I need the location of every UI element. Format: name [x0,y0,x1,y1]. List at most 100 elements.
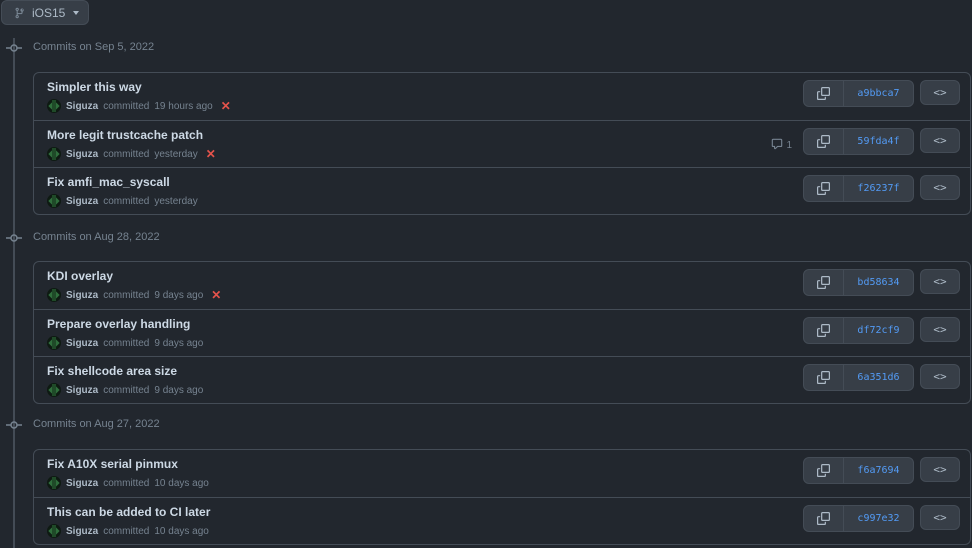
commit-action: committed [103,195,150,207]
commit-comments-link[interactable]: 1 [771,138,792,153]
commit-sha-link[interactable]: 59fda4f [844,129,913,154]
commit-time: 19 hours ago [154,100,213,112]
commit-author-link[interactable]: Siguza [66,290,98,301]
commit-author-link[interactable]: Siguza [66,101,98,112]
comment-icon [771,138,783,153]
commit-action: committed [103,337,150,349]
branch-select-button[interactable]: iOS15 [1,0,89,25]
branch-name: iOS15 [32,5,66,20]
commit-row: Prepare overlay handling Siguza committed 9… [34,309,970,356]
code-icon[interactable]: <> [920,175,960,200]
commit-title-link[interactable]: Fix A10X serial pinmux [47,457,178,471]
copy-icon[interactable] [804,129,844,154]
copy-icon[interactable] [804,458,844,483]
commit-meta: Siguza committed yesterday [47,194,198,208]
commit-action: committed [103,525,150,537]
copy-icon[interactable] [804,270,844,295]
commit-sha-link[interactable]: df72cf9 [844,318,913,343]
commit-author-link[interactable]: Siguza [66,149,98,160]
commit-author-link[interactable]: Siguza [66,385,98,396]
copy-icon[interactable] [804,176,844,201]
commit-actions: c997e32 <> [803,505,960,532]
commit-action: committed [103,148,150,160]
copy-icon[interactable] [804,318,844,343]
commit-row: KDI overlay Siguza committed 9 days ago ✕ bd5… [34,262,970,309]
avatar[interactable] [47,336,61,350]
commit-actions: df72cf9 <> [803,317,960,344]
code-icon[interactable]: <> [920,317,960,342]
copy-icon[interactable] [804,506,844,531]
git-commit-icon [6,418,22,432]
avatar[interactable] [47,194,61,208]
commit-list: KDI overlay Siguza committed 9 days ago ✕ bd5… [33,261,971,404]
sha-button-group: df72cf9 [803,317,914,344]
commit-author-link[interactable]: Siguza [66,526,98,537]
sha-button-group: 59fda4f [803,128,914,155]
code-icon[interactable]: <> [920,269,960,294]
avatar[interactable] [47,524,61,538]
commit-title-link[interactable]: KDI overlay [47,269,113,283]
commit-time: yesterday [154,195,198,207]
x-icon[interactable]: ✕ [211,288,221,302]
code-icon[interactable]: <> [920,505,960,530]
git-branch-icon [15,7,24,18]
commit-title-link[interactable]: Fix amfi_mac_syscall [47,175,170,189]
copy-icon[interactable] [804,365,844,390]
avatar[interactable] [47,383,61,397]
commit-time: 9 days ago [154,337,204,349]
sha-button-group: f26237f [803,175,914,202]
commit-meta: Siguza committed 9 days ago [47,383,203,397]
x-icon[interactable]: ✕ [206,147,216,161]
commit-title-link[interactable]: Prepare overlay handling [47,317,190,331]
code-icon[interactable]: <> [920,128,960,153]
git-commit-icon [6,41,22,55]
commit-actions: a9bbca7 <> [803,80,960,107]
sha-button-group: f6a7694 [803,457,914,484]
commit-meta: Siguza committed 9 days ago [47,336,203,350]
avatar[interactable] [47,99,61,113]
commit-title-link[interactable]: This can be added to CI later [47,505,210,519]
sha-button-group: c997e32 [803,505,914,532]
commit-sha-link[interactable]: 6a351d6 [844,365,913,390]
commit-sha-link[interactable]: f26237f [844,176,913,201]
commit-sha-link[interactable]: c997e32 [844,506,913,531]
commit-group-date: Commits on Aug 28, 2022 [33,231,160,243]
avatar[interactable] [47,288,61,302]
commit-row: This can be added to CI later Siguza commi… [34,497,970,544]
caret-down-icon [73,10,80,15]
commit-title-link[interactable]: Simpler this way [47,80,142,94]
avatar[interactable] [47,476,61,490]
code-icon[interactable]: <> [920,364,960,389]
commit-time: 9 days ago [154,289,204,301]
commit-row: Simpler this way Siguza committed 19 hours … [34,73,970,120]
commit-time: yesterday [154,148,198,160]
commit-author-link[interactable]: Siguza [66,338,98,349]
commit-row: Fix shellcode area size Siguza committed 9 … [34,356,970,403]
commit-actions: 6a351d6 <> [803,364,960,391]
code-icon[interactable]: <> [920,457,960,482]
commit-list: Fix A10X serial pinmux Siguza committed 10 … [33,449,971,545]
sha-button-group: 6a351d6 [803,364,914,391]
commit-list: Simpler this way Siguza committed 19 hours … [33,72,971,215]
commit-sha-link[interactable]: f6a7694 [844,458,913,483]
commit-meta: Siguza committed 10 days ago [47,524,209,538]
commit-actions: 59fda4f <> [803,128,960,155]
commit-row: More legit trustcache patch Siguza committ… [34,120,970,167]
commit-meta: Siguza committed yesterday ✕ [47,147,216,161]
commit-title-link[interactable]: More legit trustcache patch [47,128,203,142]
copy-icon[interactable] [804,81,844,106]
commit-actions: f26237f <> [803,175,960,202]
commit-sha-link[interactable]: a9bbca7 [844,81,913,106]
x-icon[interactable]: ✕ [221,99,231,113]
commit-title-link[interactable]: Fix shellcode area size [47,364,177,378]
commit-sha-link[interactable]: bd58634 [844,270,913,295]
commit-author-link[interactable]: Siguza [66,196,98,207]
commit-author-link[interactable]: Siguza [66,478,98,489]
commit-time: 10 days ago [154,525,209,537]
code-icon[interactable]: <> [920,80,960,105]
avatar[interactable] [47,147,61,161]
sha-button-group: bd58634 [803,269,914,296]
commit-row: Fix amfi_mac_syscall Siguza committed yeste… [34,167,970,214]
commit-group-date: Commits on Sep 5, 2022 [33,41,155,53]
commit-actions: f6a7694 <> [803,457,960,484]
